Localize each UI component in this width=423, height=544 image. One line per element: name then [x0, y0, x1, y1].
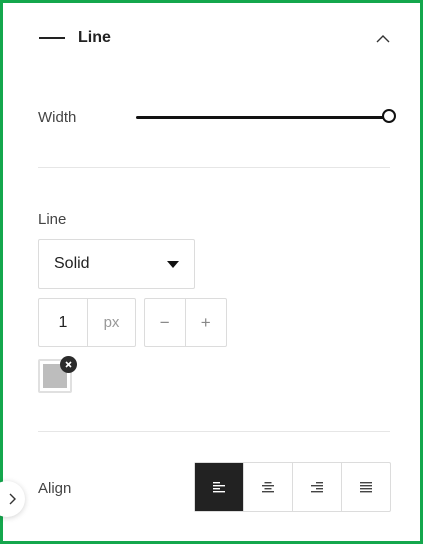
- caret-down-icon: [167, 261, 179, 268]
- align-button-group: [194, 462, 391, 512]
- line-icon: [39, 37, 65, 39]
- width-label: Width: [38, 109, 77, 126]
- clear-color-button[interactable]: [60, 356, 77, 373]
- align-right-button[interactable]: [293, 463, 342, 511]
- thickness-input-group: 1 px: [38, 298, 136, 347]
- chevron-up-icon: [376, 35, 390, 43]
- align-left-button[interactable]: [195, 463, 244, 511]
- width-slider-track[interactable]: [136, 116, 389, 119]
- collapse-button[interactable]: [371, 27, 395, 51]
- divider: [38, 167, 390, 168]
- line-style-select[interactable]: Solid: [38, 239, 195, 289]
- panel-header[interactable]: Line: [39, 25, 395, 53]
- line-style-value: Solid: [54, 255, 90, 272]
- line-settings-panel: Line Width Line Solid 1 px − + Align: [0, 0, 423, 544]
- color-picker: [38, 356, 77, 395]
- thickness-unit: px: [103, 314, 120, 331]
- align-label: Align: [38, 480, 72, 497]
- thickness-stepper: − +: [144, 298, 227, 347]
- increment-button[interactable]: +: [186, 299, 227, 346]
- width-slider-handle[interactable]: [382, 109, 396, 123]
- align-right-icon: [311, 482, 323, 493]
- thickness-input[interactable]: 1: [39, 299, 88, 346]
- line-style-label: Line: [38, 211, 67, 228]
- decrement-button[interactable]: −: [145, 299, 186, 346]
- align-justify-button[interactable]: [342, 463, 390, 511]
- close-icon: [65, 361, 72, 368]
- expand-sidebar-button[interactable]: [0, 481, 25, 517]
- align-center-button[interactable]: [244, 463, 293, 511]
- align-center-icon: [262, 482, 274, 493]
- divider: [38, 431, 390, 432]
- chevron-right-icon: [9, 493, 16, 505]
- panel-title: Line: [78, 29, 111, 46]
- align-left-icon: [213, 482, 225, 493]
- align-justify-icon: [360, 482, 372, 493]
